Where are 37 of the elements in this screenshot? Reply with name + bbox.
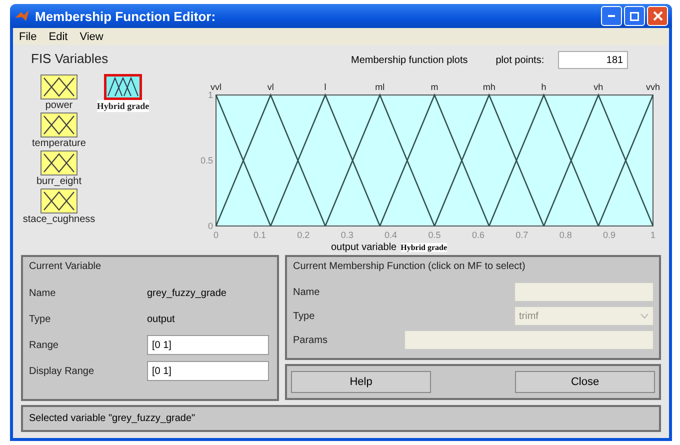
tick-label: 0.5: [201, 156, 213, 166]
field-label: Range: [29, 340, 60, 350]
tick-label: 0.8: [559, 230, 572, 240]
variable-name: power: [45, 100, 73, 112]
tick-label: 0.7: [516, 230, 528, 240]
field-label: Display Range: [29, 366, 96, 376]
field-value: grey_fuzzy_grade: [147, 288, 226, 298]
variable-name: Hybrid grade: [400, 243, 448, 252]
tick-label: 0.3: [340, 230, 354, 240]
field-label: Type: [29, 314, 52, 324]
tick-label: 0.4: [384, 230, 398, 240]
tick-label: 0.6: [472, 230, 484, 240]
tick-label: 0.9: [603, 230, 616, 240]
plot-points-label: plot points:: [496, 54, 544, 66]
field-label: Type: [293, 310, 316, 322]
variable-name: Hybrid grade: [96, 100, 150, 112]
variable-name: burr_eight: [36, 176, 82, 188]
status-bar: Selected variable "grey_fuzzy_grade": [21, 405, 661, 432]
field-value: output: [147, 314, 175, 324]
field-label: Name: [29, 288, 57, 298]
plot-title: Membership function plots: [351, 54, 468, 66]
tick-label: 0.2: [297, 230, 310, 240]
tick-label: 0: [208, 221, 213, 231]
section-title: FIS Variables: [31, 51, 110, 66]
panel-title: Current Membership Function (click on MF to select): [293, 261, 526, 272]
window-title: Membership Function Editor:: [35, 8, 217, 24]
tick-label: 1: [650, 230, 656, 240]
tick-label: 0.1: [253, 230, 266, 240]
field-label: Params: [293, 334, 328, 346]
field-label: Name: [293, 286, 321, 298]
tick-label: 0.5: [428, 230, 441, 240]
tick-label: 0: [214, 230, 218, 240]
axis-label: output variable: [331, 242, 397, 253]
tick-label: 1: [208, 90, 213, 100]
variable-name: temperature: [32, 138, 86, 150]
variable-name: stace_cughness: [22, 214, 96, 226]
panel-title: Current Variable: [29, 261, 102, 272]
